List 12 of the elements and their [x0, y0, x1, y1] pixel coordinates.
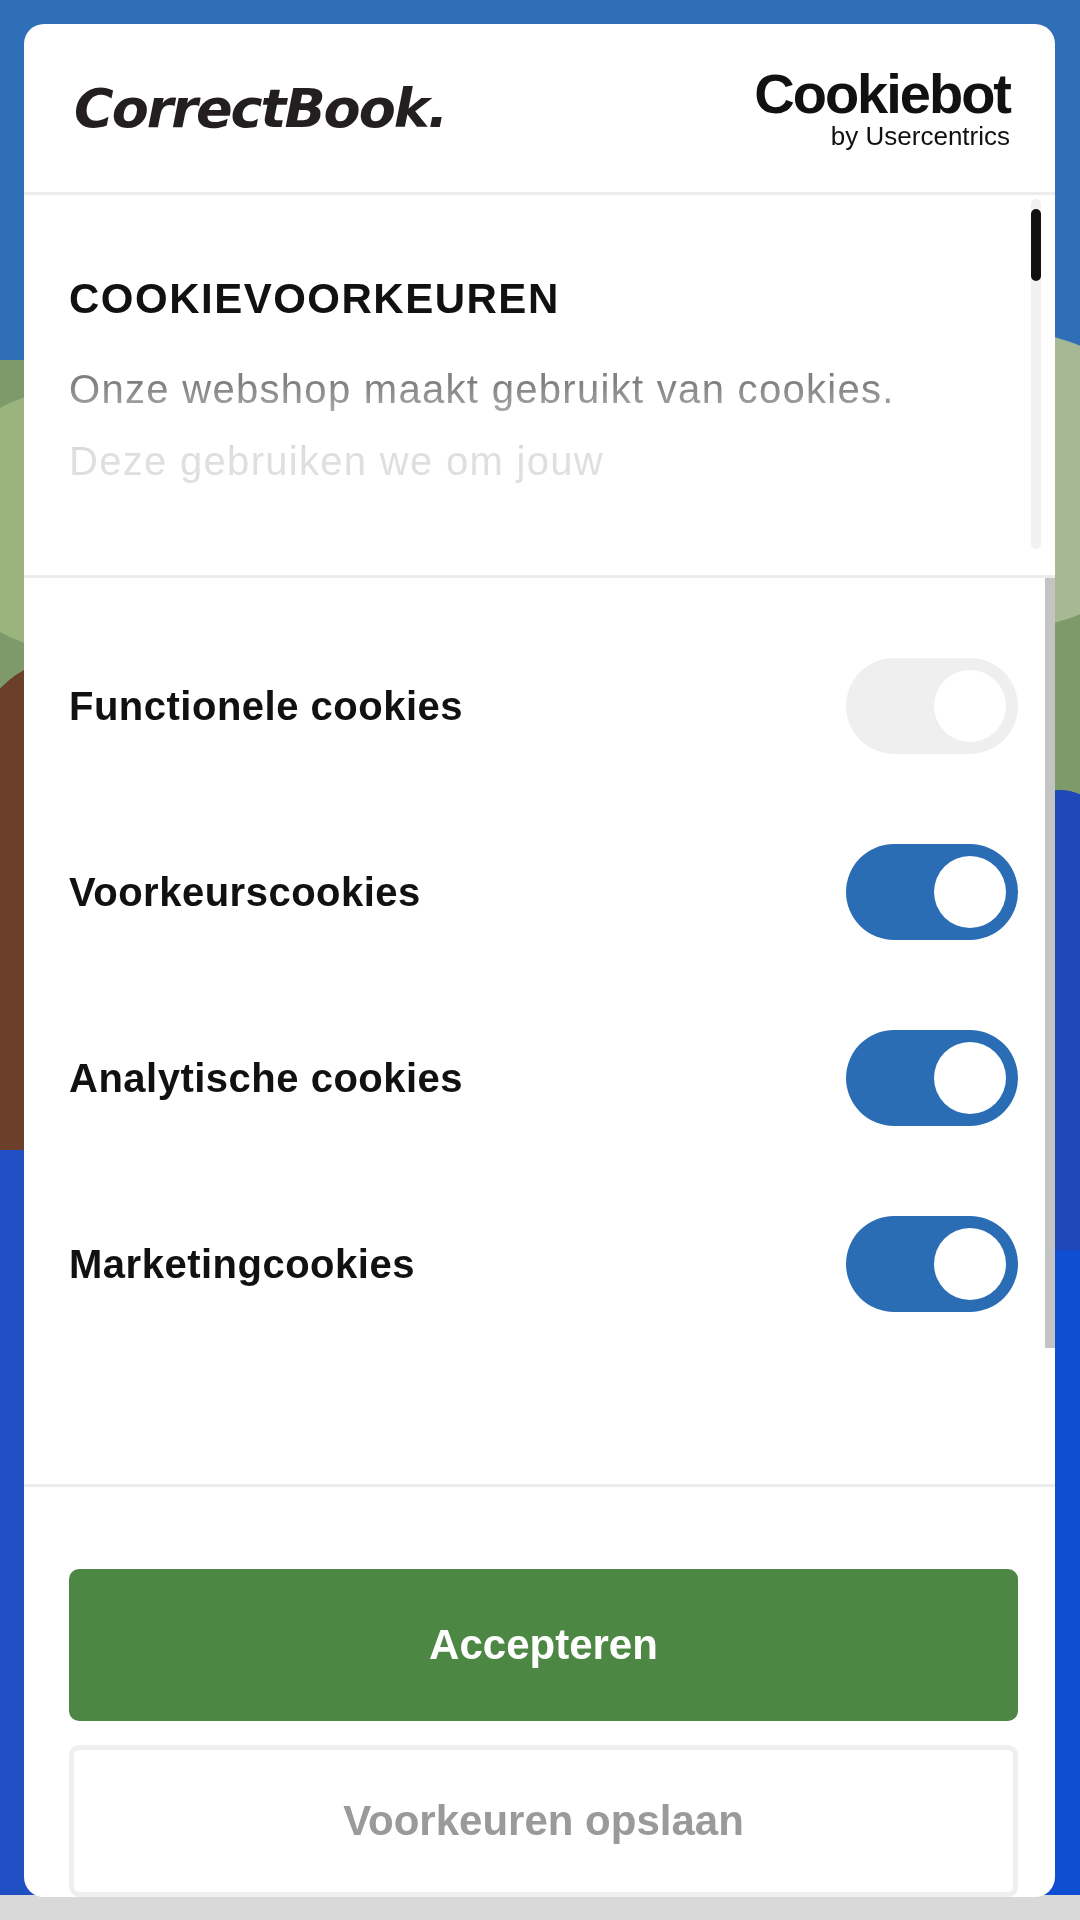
scrollbar[interactable] [1031, 199, 1041, 549]
brand-logo: CorrectBook. [74, 76, 447, 140]
dialog-title: COOKIEVOORKEUREN [69, 275, 561, 323]
toggle-label: Analytische cookies [69, 1055, 464, 1101]
toggle-label: Voorkeurscookies [69, 869, 421, 915]
partner-logo: Cookiebot [754, 65, 1010, 122]
toggle-label: Functionele cookies [69, 683, 464, 729]
scrollbar[interactable] [1045, 578, 1055, 1348]
accept-button[interactable]: Accepteren [69, 1569, 1018, 1721]
partner-byline: by Usercentrics [830, 121, 1010, 151]
toggle-label: Marketingcookies [69, 1241, 415, 1287]
save-preferences-button[interactable]: Voorkeuren opslaan [69, 1745, 1018, 1897]
